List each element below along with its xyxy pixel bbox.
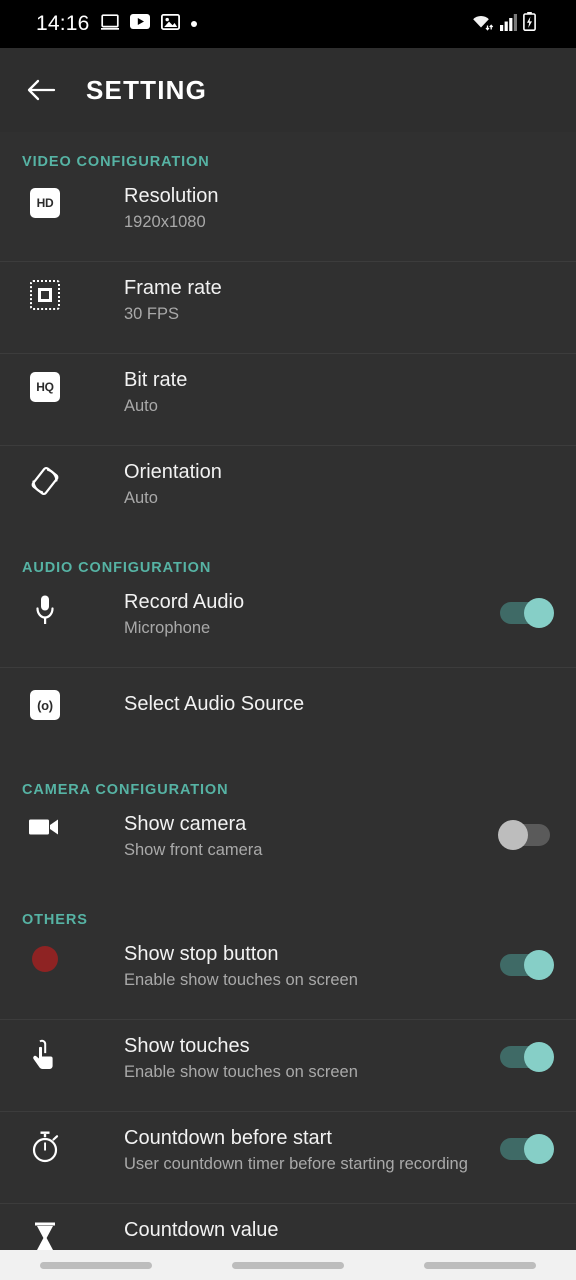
- section-header-camera: CAMERA CONFIGURATION: [22, 782, 229, 798]
- stop-button-red-dot-icon: [22, 928, 68, 972]
- show-camera-toggle[interactable]: [498, 820, 554, 850]
- back-button[interactable]: [24, 73, 58, 107]
- setting-row-bit-rate[interactable]: HQ Bit rate Auto: [0, 354, 576, 446]
- setting-row-text: Orientation Auto: [68, 446, 554, 510]
- setting-title: Select Audio Source: [124, 693, 305, 715]
- setting-row-select-audio-source[interactable]: (o) Select Audio Source: [0, 668, 576, 760]
- setting-row-resolution[interactable]: HD Resolution 1920x1080: [0, 170, 576, 262]
- setting-row-text: Show stop button Enable show touches on …: [68, 928, 490, 992]
- audio-source-badge-label: (o): [30, 690, 60, 720]
- setting-row-text: Show touches Enable show touches on scre…: [68, 1020, 490, 1084]
- hourglass-icon: [22, 1204, 68, 1254]
- status-bar-right: [470, 12, 560, 36]
- setting-title: Show camera: [124, 813, 247, 835]
- page-title: SETTING: [86, 74, 208, 105]
- status-bar-left: 14:16: [36, 12, 197, 36]
- battery-charging-icon: [523, 12, 536, 36]
- hd-badge-label: HD: [30, 188, 60, 218]
- settings-screen: 14:16 SETTING VIDEO CONFIGURATION HD Res…: [0, 0, 576, 1280]
- section-header-others: OTHERS: [22, 912, 88, 928]
- setting-row-text: Record Audio Microphone: [68, 576, 490, 640]
- navigation-bar: [0, 1250, 576, 1280]
- video-camera-icon: [22, 798, 68, 838]
- setting-row-orientation[interactable]: Orientation Auto: [0, 446, 576, 538]
- setting-title: Countdown value: [124, 1219, 279, 1241]
- orientation-rotate-icon: [22, 446, 68, 498]
- audio-source-icon: (o): [22, 668, 68, 720]
- setting-subtitle: Enable show touches on screen: [124, 1063, 358, 1081]
- signal-bars-icon: [500, 13, 517, 36]
- setting-row-show-camera[interactable]: Show camera Show front camera: [0, 798, 576, 890]
- setting-row-text: Bit rate Auto: [68, 354, 554, 418]
- setting-control: [490, 928, 554, 980]
- setting-title: Countdown before start: [124, 1127, 332, 1149]
- setting-control: [490, 576, 554, 628]
- setting-title: Resolution: [124, 185, 219, 207]
- section-header-audio: AUDIO CONFIGURATION: [22, 560, 212, 576]
- setting-control: [490, 1020, 554, 1072]
- setting-subtitle: 30 FPS: [124, 305, 180, 323]
- settings-list[interactable]: VIDEO CONFIGURATION HD Resolution 1920x1…: [0, 132, 576, 1280]
- setting-row-show-stop-button[interactable]: Show stop button Enable show touches on …: [0, 928, 576, 1020]
- setting-row-text: Frame rate 30 FPS: [68, 262, 554, 326]
- setting-subtitle: Auto: [124, 489, 158, 507]
- setting-row-text: Countdown value: [68, 1204, 554, 1244]
- home-pill[interactable]: [232, 1261, 344, 1269]
- setting-title: Orientation: [124, 461, 222, 483]
- setting-title: Bit rate: [124, 369, 188, 391]
- recents-pill[interactable]: [40, 1261, 152, 1269]
- setting-row-text: Countdown before start User countdown ti…: [68, 1112, 490, 1176]
- monitor-cast-icon: [100, 13, 119, 35]
- setting-row-text: Resolution 1920x1080: [68, 170, 554, 234]
- setting-row-record-audio[interactable]: Record Audio Microphone: [0, 576, 576, 668]
- touch-pointer-icon: [22, 1020, 68, 1070]
- setting-subtitle: Microphone: [124, 619, 211, 637]
- back-pill[interactable]: [424, 1261, 536, 1269]
- setting-row-text: Select Audio Source: [68, 668, 554, 718]
- show-touches-toggle[interactable]: [498, 1042, 554, 1072]
- stopwatch-icon: [22, 1112, 68, 1164]
- youtube-play-icon: [129, 14, 150, 34]
- status-bar: 14:16: [0, 0, 576, 48]
- app-bar: SETTING: [0, 48, 576, 132]
- hq-badge-label: HQ: [30, 372, 60, 402]
- setting-title: Show touches: [124, 1035, 250, 1057]
- setting-subtitle: Show front camera: [124, 841, 263, 859]
- microphone-icon: [22, 576, 68, 626]
- setting-row-frame-rate[interactable]: Frame rate 30 FPS: [0, 262, 576, 354]
- back-arrow-icon: [27, 79, 56, 101]
- hq-badge-icon: HQ: [22, 354, 68, 402]
- setting-title: Frame rate: [124, 277, 222, 299]
- setting-subtitle: 1920x1080: [124, 213, 206, 231]
- setting-title: Record Audio: [124, 591, 245, 613]
- show-stop-button-toggle[interactable]: [498, 950, 554, 980]
- setting-control: [490, 1112, 554, 1164]
- hd-badge-icon: HD: [22, 170, 68, 218]
- setting-row-text: Show camera Show front camera: [68, 798, 490, 862]
- record-audio-toggle[interactable]: [498, 598, 554, 628]
- dot-icon: [190, 21, 197, 27]
- frame-rate-icon: [22, 262, 68, 310]
- setting-subtitle: Enable show touches on screen: [124, 971, 358, 989]
- status-bar-clock: 14:16: [36, 12, 90, 35]
- section-header-video: VIDEO CONFIGURATION: [22, 154, 210, 170]
- wifi-data-icon: [470, 12, 494, 36]
- image-icon: [160, 13, 180, 35]
- setting-subtitle: Auto: [124, 397, 158, 415]
- setting-row-show-touches[interactable]: Show touches Enable show touches on scre…: [0, 1020, 576, 1112]
- countdown-before-start-toggle[interactable]: [498, 1134, 554, 1164]
- setting-title: Show stop button: [124, 943, 279, 965]
- setting-control: [490, 798, 554, 850]
- setting-row-countdown-before-start[interactable]: Countdown before start User countdown ti…: [0, 1112, 576, 1204]
- setting-subtitle: User countdown timer before starting rec…: [124, 1155, 468, 1173]
